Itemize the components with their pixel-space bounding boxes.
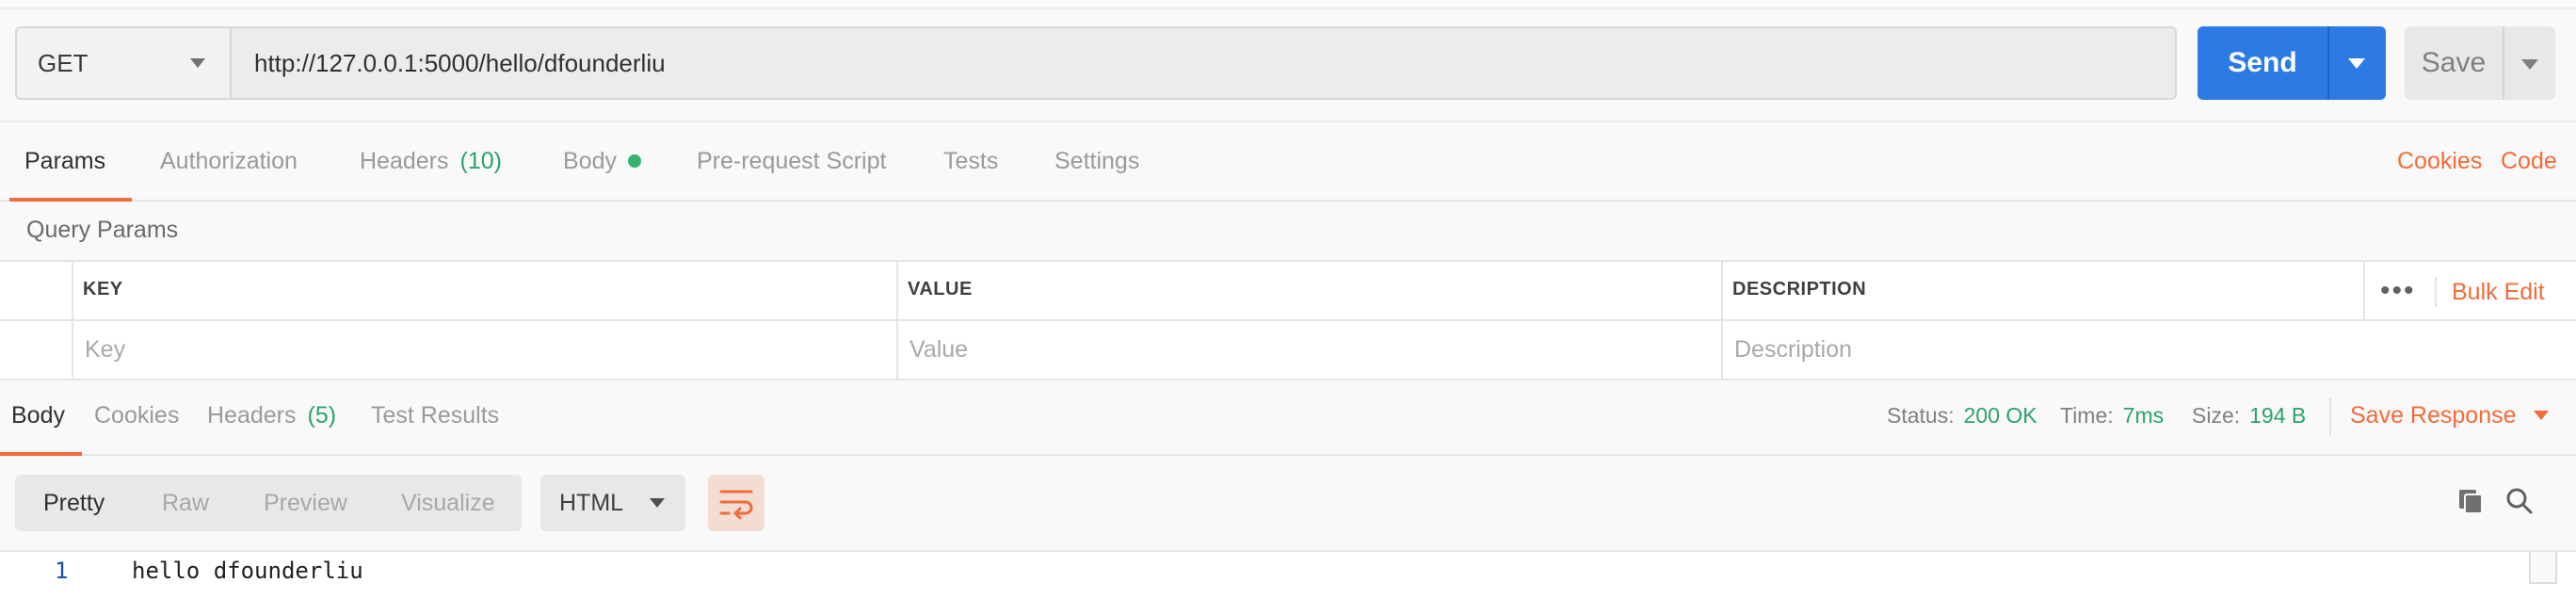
time-label: Time: bbox=[2060, 402, 2114, 428]
column-divider bbox=[72, 262, 73, 379]
code-link-label: Code bbox=[2501, 147, 2557, 174]
tab-prerequest-script[interactable]: Pre-request Script bbox=[697, 122, 886, 200]
tab-tests-label: Tests bbox=[943, 147, 999, 174]
tab-response-cookies[interactable]: Cookies bbox=[94, 377, 179, 454]
divider bbox=[2329, 397, 2331, 435]
headers-count: (10) bbox=[459, 147, 502, 174]
body-indicator-dot-icon bbox=[627, 154, 641, 168]
line-number: 1 bbox=[55, 558, 69, 584]
tab-response-cookies-label: Cookies bbox=[94, 401, 180, 429]
code-line: hello dfounderliu bbox=[132, 558, 363, 584]
copy-icon[interactable] bbox=[2455, 486, 2486, 516]
send-button-group: Send bbox=[2198, 26, 2386, 100]
description-input[interactable]: Description bbox=[1734, 336, 1852, 364]
send-button[interactable]: Send bbox=[2198, 26, 2327, 100]
size-readout: Size: 194 B bbox=[2192, 377, 2306, 454]
query-params-table: KEY VALUE DESCRIPTION ••• Bulk Edit Key … bbox=[0, 260, 2576, 380]
tab-authorization-label: Authorization bbox=[160, 147, 298, 174]
tab-params-label: Params bbox=[24, 147, 106, 174]
status-value: 200 OK bbox=[1963, 402, 2037, 428]
tab-prerequest-label: Pre-request Script bbox=[697, 147, 887, 174]
tab-response-body[interactable]: Body bbox=[0, 377, 82, 456]
top-border bbox=[0, 0, 2576, 9]
time-readout: Time: 7ms bbox=[2060, 377, 2164, 454]
response-body-editor[interactable]: 1 hello dfounderliu bbox=[0, 550, 2576, 599]
view-mode-preview[interactable]: Preview bbox=[264, 475, 347, 531]
send-divider bbox=[2327, 26, 2329, 100]
view-mode-raw[interactable]: Raw bbox=[162, 475, 209, 531]
chevron-down-icon bbox=[2533, 411, 2549, 420]
tab-response-body-label: Body bbox=[11, 401, 65, 429]
send-options-chevron-icon[interactable] bbox=[2348, 58, 2365, 69]
tab-body-label: Body bbox=[563, 147, 617, 174]
tab-body[interactable]: Body bbox=[563, 122, 641, 200]
size-value: 194 B bbox=[2249, 402, 2307, 428]
tab-headers-label: Headers bbox=[360, 147, 449, 174]
response-tabs: Body Cookies Headers (5) Test Results Sta… bbox=[0, 377, 2576, 456]
tab-settings[interactable]: Settings bbox=[1055, 122, 1139, 200]
save-response-button[interactable]: Save Response bbox=[2350, 377, 2549, 454]
save-response-label: Save Response bbox=[2350, 401, 2517, 429]
cookies-link[interactable]: Cookies bbox=[2397, 122, 2482, 200]
tab-response-headers[interactable]: Headers (5) bbox=[207, 377, 336, 454]
column-divider bbox=[2435, 277, 2437, 307]
tab-headers[interactable]: Headers (10) bbox=[360, 122, 502, 200]
view-mode-visualize[interactable]: Visualize bbox=[401, 475, 495, 531]
tab-tests[interactable]: Tests bbox=[943, 122, 998, 200]
response-headers-count: (5) bbox=[307, 401, 337, 429]
url-text: http://127.0.0.1:5000/hello/dfounderliu bbox=[254, 48, 666, 77]
bulk-edit-link[interactable]: Bulk Edit bbox=[2452, 279, 2545, 306]
time-value: 7ms bbox=[2122, 402, 2165, 428]
tab-test-results[interactable]: Test Results bbox=[371, 377, 499, 454]
wrap-lines-icon bbox=[719, 490, 753, 520]
size-label: Size: bbox=[2192, 402, 2241, 428]
more-options-icon[interactable]: ••• bbox=[2380, 275, 2416, 307]
tab-response-headers-label: Headers bbox=[207, 401, 297, 429]
query-params-title: Query Params bbox=[26, 217, 179, 243]
format-label: HTML bbox=[559, 489, 624, 516]
key-input[interactable]: Key bbox=[85, 336, 125, 364]
value-input[interactable]: Value bbox=[910, 336, 968, 364]
save-divider bbox=[2503, 26, 2504, 100]
method-label: GET bbox=[38, 48, 89, 77]
request-tabs: Params Authorization Headers (10) Body Pr… bbox=[0, 121, 2576, 202]
save-options-chevron-icon[interactable] bbox=[2521, 59, 2538, 70]
column-header-value: VALUE bbox=[908, 279, 973, 300]
method-select[interactable]: GET bbox=[15, 26, 230, 100]
format-select[interactable]: HTML bbox=[540, 475, 685, 531]
chevron-down-icon bbox=[650, 498, 665, 508]
tab-params[interactable]: Params bbox=[8, 122, 133, 202]
status-readout: Status: 200 OK bbox=[1887, 377, 2037, 454]
scrollbar[interactable] bbox=[2529, 552, 2557, 584]
column-header-key: KEY bbox=[83, 279, 123, 300]
column-divider bbox=[896, 262, 898, 379]
column-divider bbox=[2363, 262, 2365, 320]
tab-authorization[interactable]: Authorization bbox=[160, 122, 298, 200]
url-input[interactable]: http://127.0.0.1:5000/hello/dfounderliu bbox=[230, 26, 2177, 100]
tab-settings-label: Settings bbox=[1055, 147, 1140, 174]
code-link[interactable]: Code bbox=[2501, 122, 2557, 200]
view-mode-segmented-control: Pretty Raw Preview Visualize bbox=[15, 475, 522, 531]
chevron-down-icon bbox=[190, 58, 205, 68]
view-mode-pretty[interactable]: Pretty bbox=[43, 475, 105, 531]
save-button[interactable]: Save bbox=[2405, 26, 2503, 100]
column-divider bbox=[1721, 262, 1723, 379]
status-label: Status: bbox=[1887, 402, 1955, 428]
search-icon[interactable] bbox=[2504, 486, 2535, 516]
save-button-group: Save bbox=[2405, 26, 2555, 100]
table-row-divider bbox=[0, 319, 2576, 321]
column-header-description: DESCRIPTION bbox=[1732, 279, 1867, 300]
wrap-lines-button[interactable] bbox=[708, 475, 765, 531]
cookies-link-label: Cookies bbox=[2397, 147, 2483, 174]
tab-test-results-label: Test Results bbox=[371, 401, 500, 429]
